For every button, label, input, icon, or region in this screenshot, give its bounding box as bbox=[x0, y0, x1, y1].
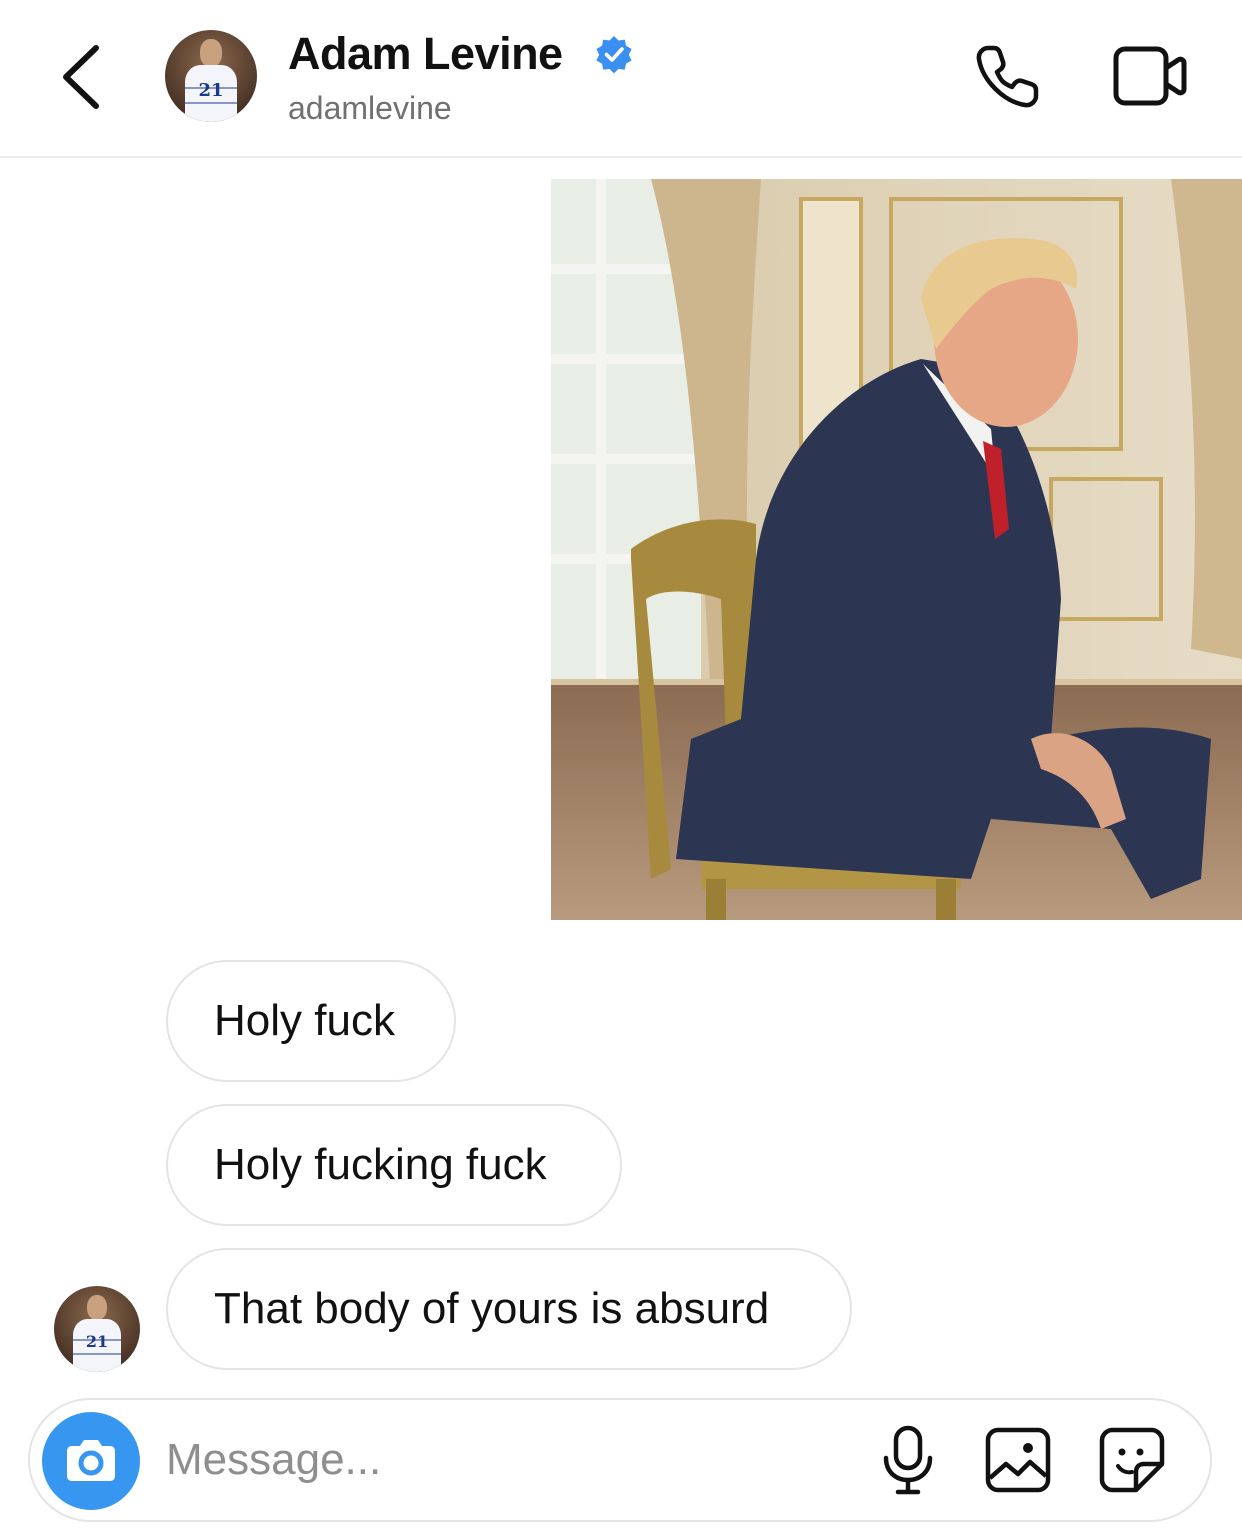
message-input[interactable] bbox=[166, 1424, 846, 1496]
phone-icon bbox=[976, 45, 1039, 108]
avatar[interactable]: 21 bbox=[165, 30, 257, 122]
sticker-icon bbox=[1099, 1427, 1165, 1493]
chevron-left-icon bbox=[63, 45, 99, 109]
contact-name[interactable]: Adam Levine bbox=[288, 28, 563, 80]
verified-badge-icon bbox=[596, 36, 632, 74]
message-bubble[interactable]: Holy fuck bbox=[166, 960, 456, 1082]
sticker-button[interactable] bbox=[1098, 1426, 1166, 1494]
dm-thread-screen: 21 Adam Levine adamlevine Holy fuck Holy… bbox=[0, 0, 1242, 1530]
contact-username: adamlevine bbox=[288, 90, 452, 126]
gallery-button[interactable] bbox=[984, 1426, 1052, 1494]
back-button[interactable] bbox=[56, 42, 112, 112]
thread-header: 21 Adam Levine adamlevine bbox=[0, 0, 1242, 158]
jersey-number: 21 bbox=[198, 79, 224, 101]
camera-button[interactable] bbox=[42, 1412, 140, 1510]
video-camera-icon bbox=[1113, 46, 1187, 106]
microphone-icon bbox=[883, 1425, 933, 1495]
audio-call-button[interactable] bbox=[972, 42, 1042, 112]
sender-avatar[interactable]: 21 bbox=[54, 1286, 140, 1372]
shared-photo[interactable] bbox=[551, 179, 1242, 920]
video-call-button[interactable] bbox=[1112, 44, 1188, 108]
message-bubble[interactable]: That body of yours is absurd bbox=[166, 1248, 852, 1370]
jersey-number: 21 bbox=[85, 1332, 109, 1352]
message-bubble[interactable]: Holy fucking fuck bbox=[166, 1104, 622, 1226]
camera-icon bbox=[67, 1440, 115, 1481]
voice-message-button[interactable] bbox=[878, 1424, 938, 1496]
image-icon bbox=[985, 1427, 1051, 1493]
